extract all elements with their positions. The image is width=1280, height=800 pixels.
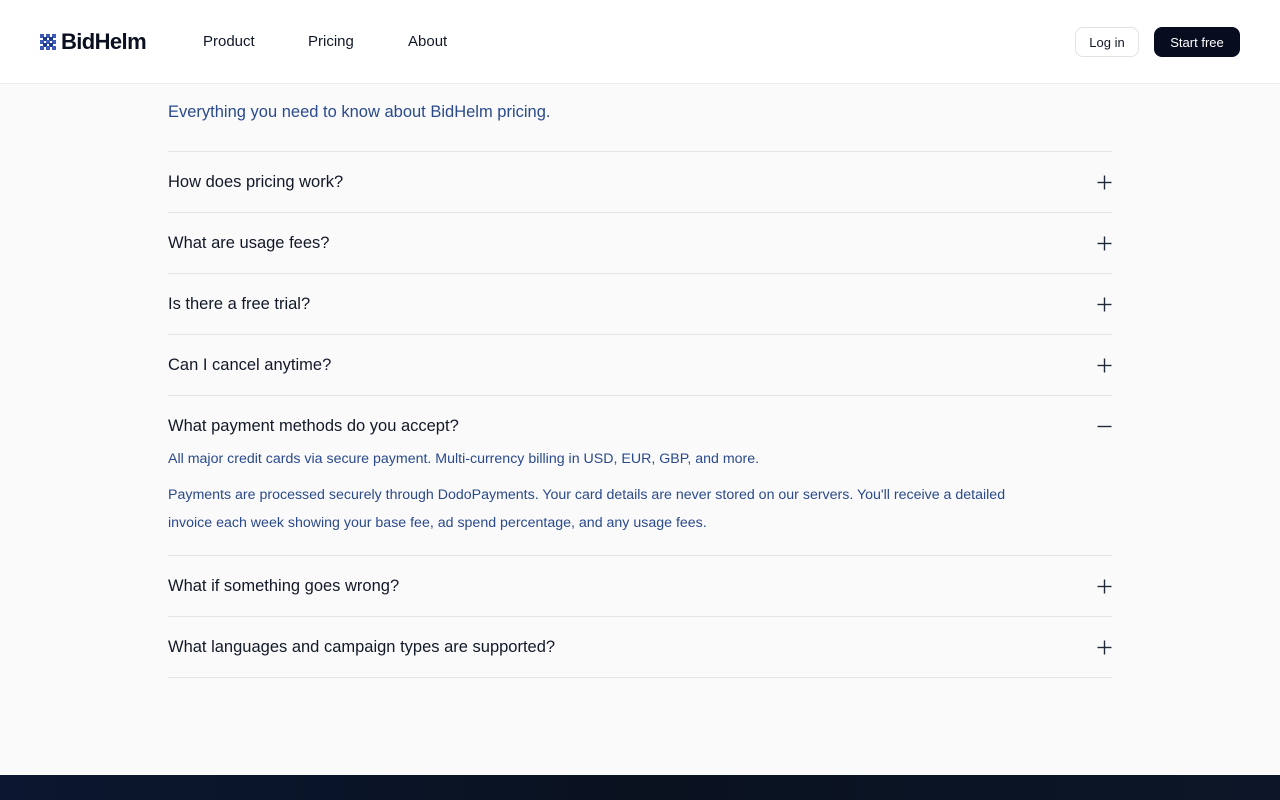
faq-question-text: What payment methods do you accept? bbox=[168, 417, 459, 435]
faq-item: How does pricing work? bbox=[168, 151, 1112, 212]
faq-question-toggle[interactable]: Is there a free trial? bbox=[168, 274, 1112, 334]
plus-icon bbox=[1097, 579, 1112, 593]
nav-product-link[interactable]: Product bbox=[203, 31, 255, 53]
nav-about-link[interactable]: About bbox=[408, 31, 447, 53]
logo-mark-icon bbox=[40, 34, 56, 50]
faq-item: What languages and campaign types are su… bbox=[168, 616, 1112, 678]
faq-subtitle: Everything you need to know about BidHel… bbox=[168, 103, 551, 121]
faq-item: Is there a free trial? bbox=[168, 273, 1112, 334]
footer-section bbox=[0, 775, 1280, 800]
faq-answer-paragraph: Payments are processed securely through … bbox=[168, 487, 1006, 531]
faq-question-toggle[interactable]: Can I cancel anytime? bbox=[168, 335, 1112, 395]
faq-question-text: What languages and campaign types are su… bbox=[168, 638, 556, 656]
minus-icon bbox=[1097, 425, 1112, 427]
faq-question-toggle[interactable]: What languages and campaign types are su… bbox=[168, 617, 1112, 677]
plus-icon bbox=[1097, 358, 1112, 372]
faq-question-text: Can I cancel anytime? bbox=[168, 356, 332, 374]
faq-item: Can I cancel anytime? bbox=[168, 334, 1112, 395]
faq-question-toggle[interactable]: How does pricing work? bbox=[168, 152, 1112, 212]
faq-item: What are usage fees? bbox=[168, 212, 1112, 273]
faq-answer: All major credit cards via secure paymen… bbox=[168, 445, 1112, 555]
faq-question-text: Is there a free trial? bbox=[168, 295, 311, 313]
faq-question-text: How does pricing work? bbox=[168, 173, 344, 191]
nav-pricing-link[interactable]: Pricing bbox=[308, 31, 354, 53]
faq-question-text: What are usage fees? bbox=[168, 234, 330, 252]
logo-text: BidHelm bbox=[61, 29, 147, 54]
plus-icon bbox=[1097, 175, 1112, 189]
faq-question-text: What if something goes wrong? bbox=[168, 577, 400, 595]
plus-icon bbox=[1097, 640, 1112, 654]
login-button[interactable]: Log in bbox=[1075, 27, 1139, 57]
plus-icon bbox=[1097, 236, 1112, 250]
site-header: BidHelm Product Pricing About Log in Sta… bbox=[0, 0, 1280, 84]
faq-question-toggle[interactable]: What are usage fees? bbox=[168, 213, 1112, 273]
faq-answer-paragraph: All major credit cards via secure paymen… bbox=[168, 451, 760, 467]
faq-list: How does pricing work? What are usage fe… bbox=[168, 151, 1112, 678]
faq-item: What if something goes wrong? bbox=[168, 555, 1112, 616]
start-free-button[interactable]: Start free bbox=[1154, 27, 1240, 57]
faq-item-expanded: What payment methods do you accept? All … bbox=[168, 395, 1112, 555]
logo-link[interactable]: BidHelm bbox=[40, 28, 147, 56]
faq-question-toggle[interactable]: What if something goes wrong? bbox=[168, 556, 1112, 616]
plus-icon bbox=[1097, 297, 1112, 311]
